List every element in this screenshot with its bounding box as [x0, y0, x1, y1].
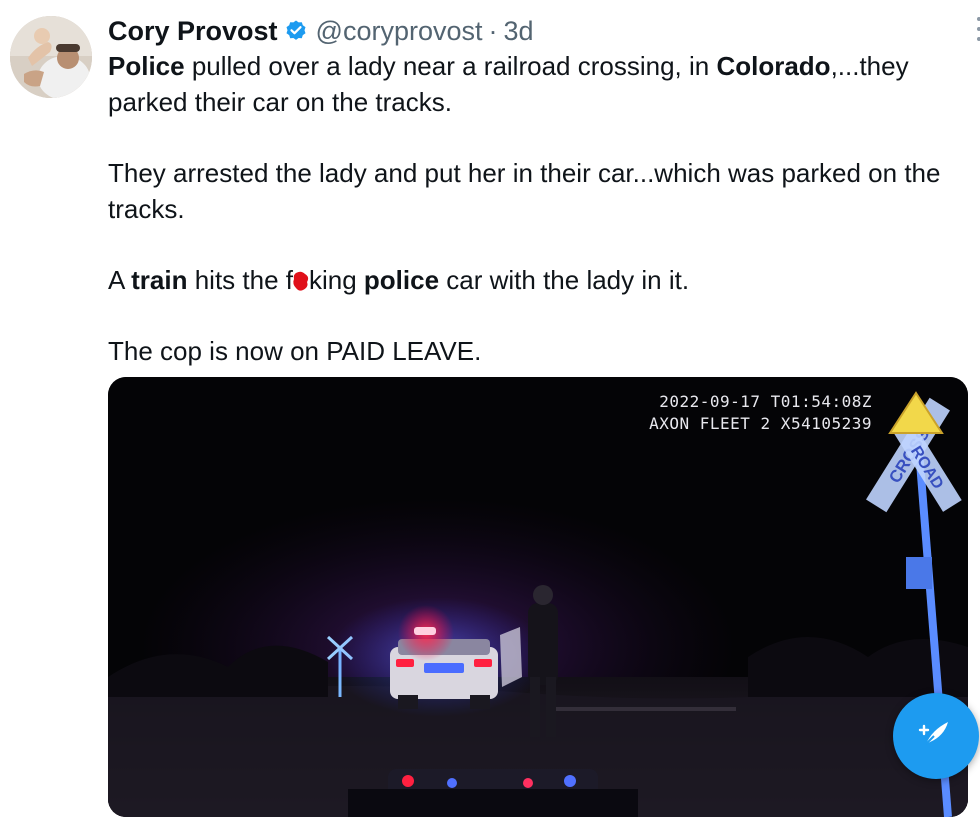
verified-badge-icon — [284, 19, 308, 43]
text-span: king — [308, 265, 364, 295]
tweet-timestamp[interactable]: 3d — [504, 16, 534, 47]
tweet-video[interactable]: CROSS ROAD 2022-09-17 T01:54:08Z AXON FL… — [108, 377, 968, 817]
tweet-text: Police pulled over a lady near a railroa… — [108, 48, 968, 369]
red-censor-blot-icon — [292, 265, 310, 291]
tweet-paragraph: The cop is now on PAID LEAVE. — [108, 336, 482, 366]
text-span: pulled over a lady near a railroad cross… — [184, 51, 717, 81]
video-timestamp-overlay: 2022-09-17 T01:54:08Z AXON FLEET 2 X5410… — [649, 391, 872, 435]
tweet-paragraph: They arrested the lady and put her in th… — [108, 158, 941, 224]
tweet[interactable]: Cory Provost @coryprovost · 3d Police pu… — [0, 0, 980, 817]
text-span: hits the f — [187, 265, 293, 295]
compose-tweet-icon — [918, 716, 954, 757]
author-handle[interactable]: @coryprovost — [316, 16, 483, 47]
author-name[interactable]: Cory Provost — [108, 16, 278, 47]
bold-word-colorado: Colorado — [716, 51, 831, 81]
separator-dot: · — [488, 15, 498, 46]
text-span: A — [108, 265, 132, 295]
video-timestamp: 2022-09-17 T01:54:08Z — [659, 392, 872, 411]
tweet-paragraph: A train hits the f king police car with t… — [108, 262, 968, 298]
compose-tweet-button[interactable] — [893, 693, 979, 779]
more-options-icon[interactable] — [972, 14, 980, 44]
tweet-header: Cory Provost @coryprovost · 3d — [108, 14, 534, 48]
bold-word-police: police — [363, 265, 440, 295]
bold-word-police: Police — [108, 51, 185, 81]
avatar[interactable] — [10, 16, 92, 98]
tweet-paragraph: Police pulled over a lady near a railroa… — [108, 48, 968, 120]
bold-word-train: train — [131, 265, 188, 295]
text-span: car with the lady in it. — [439, 265, 690, 295]
video-device-id: AXON FLEET 2 X54105239 — [649, 414, 872, 433]
